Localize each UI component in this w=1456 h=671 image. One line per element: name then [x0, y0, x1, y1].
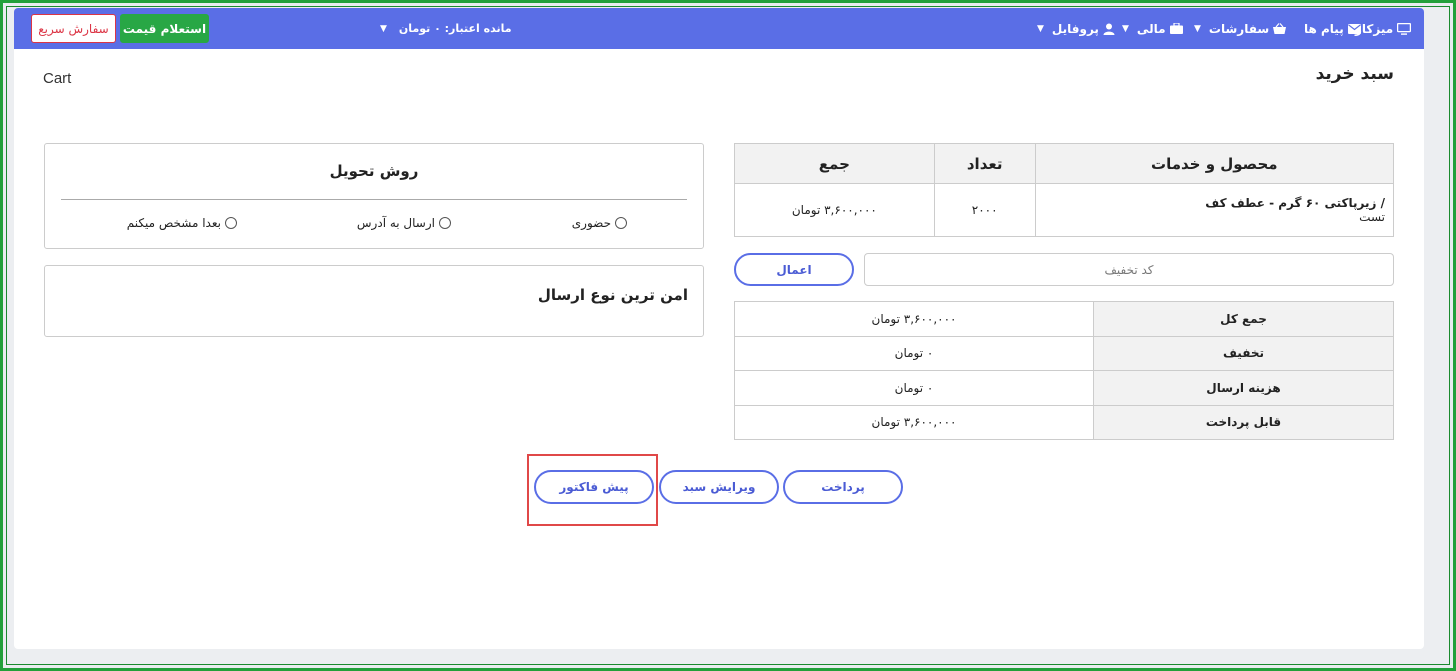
pay-button[interactable]: پرداخت	[783, 470, 903, 504]
summary-table: جمع کل ۳,۶۰۰,۰۰۰ تومان تخفیف ۰ تومان هزی…	[734, 301, 1394, 440]
credit-label: مانده اعتبار: ۰ تومان	[398, 22, 512, 35]
delivery-method-panel: روش تحویل حضوری ارسال به آدرس بعدا مشخص …	[44, 143, 704, 249]
nav-finance-label: مالی	[1136, 21, 1166, 36]
chevron-down-icon: ▼	[1037, 23, 1044, 34]
main-card: سفارش سریع استعلام قیمت ▼ مانده اعتبار: …	[14, 8, 1424, 649]
top-navbar: سفارش سریع استعلام قیمت ▼ مانده اعتبار: …	[14, 8, 1424, 49]
total-cell: ۳,۶۰۰,۰۰۰ تومان	[734, 183, 935, 237]
shipping-note: امن ترین نوع ارسال	[537, 286, 688, 304]
cart-table: محصول و خدمات تعداد جمع / زیرپاکتی ۶۰ گر…	[734, 143, 1395, 237]
price-quote-button[interactable]: استعلام قیمت	[120, 14, 209, 43]
briefcase-icon	[1169, 23, 1183, 34]
nav-orders-label: سفارشات	[1208, 21, 1270, 36]
nav-orders[interactable]: ▼ سفارشات	[1194, 8, 1287, 49]
nav-finance[interactable]: ▼ مالی	[1122, 8, 1183, 49]
summary-value: ۳,۶۰۰,۰۰۰ تومان	[734, 404, 1094, 440]
summary-value: ۰ تومان	[734, 335, 1094, 371]
summary-label: قابل پرداخت	[1093, 404, 1394, 440]
chevron-down-icon: ▼	[380, 23, 387, 34]
quantity-cell: ۲۰۰۰	[933, 183, 1036, 237]
summary-row: هزینه ارسال ۰ تومان	[734, 370, 1394, 406]
monitor-icon	[1397, 22, 1412, 35]
radio-icon[interactable]	[615, 217, 627, 229]
nav-messages-label: پیام ها	[1304, 21, 1344, 36]
chevron-down-icon: ▼	[1194, 23, 1201, 34]
page-title: سبد خرید	[1315, 64, 1394, 84]
radio-icon[interactable]	[225, 217, 237, 229]
radio-icon[interactable]	[439, 217, 451, 229]
nav-profile[interactable]: ▼ پروفایل	[1037, 8, 1115, 49]
delivery-option-ship-to-address[interactable]: ارسال به آدرس	[357, 216, 451, 230]
nav-profile-label: پروفایل	[1051, 21, 1099, 36]
credit-dropdown[interactable]: ▼ مانده اعتبار: ۰ تومان	[380, 8, 512, 49]
summary-label: تخفیف	[1093, 335, 1394, 371]
nav-messages[interactable]: پیام ها	[1304, 8, 1361, 49]
summary-label: جمع کل	[1093, 301, 1394, 337]
chevron-down-icon: ▼	[1122, 23, 1129, 34]
delivery-title: روش تحویل	[329, 162, 419, 180]
summary-row: قابل پرداخت ۳,۶۰۰,۰۰۰ تومان	[734, 404, 1394, 440]
column-header-product: محصول و خدمات	[1034, 143, 1395, 184]
divider	[61, 199, 687, 200]
delivery-option-in-person[interactable]: حضوری	[572, 216, 627, 230]
summary-value: ۳,۶۰۰,۰۰۰ تومان	[734, 301, 1094, 337]
delivery-option-label: حضوری	[571, 216, 611, 230]
column-header-quantity: تعداد	[933, 143, 1036, 184]
product-cell: / زیرپاکتی ۶۰ گرم - عطف کف تست	[1034, 183, 1395, 237]
summary-label: هزینه ارسال	[1093, 370, 1394, 406]
user-icon	[1103, 23, 1115, 35]
summary-row: جمع کل ۳,۶۰۰,۰۰۰ تومان	[734, 301, 1394, 337]
nav-dashboard-label: میزکار	[1355, 21, 1394, 36]
product-name: / زیرپاکتی ۶۰ گرم - عطف کف	[1205, 196, 1385, 210]
summary-row: تخفیف ۰ تومان	[734, 335, 1394, 371]
nav-dashboard[interactable]: میزکار	[1355, 8, 1412, 49]
cart-header-row: محصول و خدمات تعداد جمع	[734, 143, 1395, 184]
basket-icon	[1273, 23, 1287, 34]
table-row: / زیرپاکتی ۶۰ گرم - عطف کف تست ۲۰۰۰ ۳,۶۰…	[734, 183, 1395, 237]
breadcrumb: Cart	[43, 70, 72, 87]
product-subtitle: تست	[1359, 210, 1385, 224]
shipping-note-panel: امن ترین نوع ارسال	[44, 265, 704, 337]
delivery-option-label: ارسال به آدرس	[356, 216, 435, 230]
discount-code-input[interactable]	[864, 253, 1394, 286]
summary-value: ۰ تومان	[734, 370, 1094, 406]
column-header-total: جمع	[734, 143, 935, 184]
delivery-option-label: بعدا مشخص میکنم	[126, 216, 221, 230]
highlight-box	[527, 454, 658, 526]
delivery-option-decide-later[interactable]: بعدا مشخص میکنم	[127, 216, 237, 230]
edit-cart-button[interactable]: ویرایش سبد	[659, 470, 779, 504]
quick-order-button[interactable]: سفارش سریع	[31, 14, 116, 43]
apply-discount-button[interactable]: اعمال	[734, 253, 854, 286]
